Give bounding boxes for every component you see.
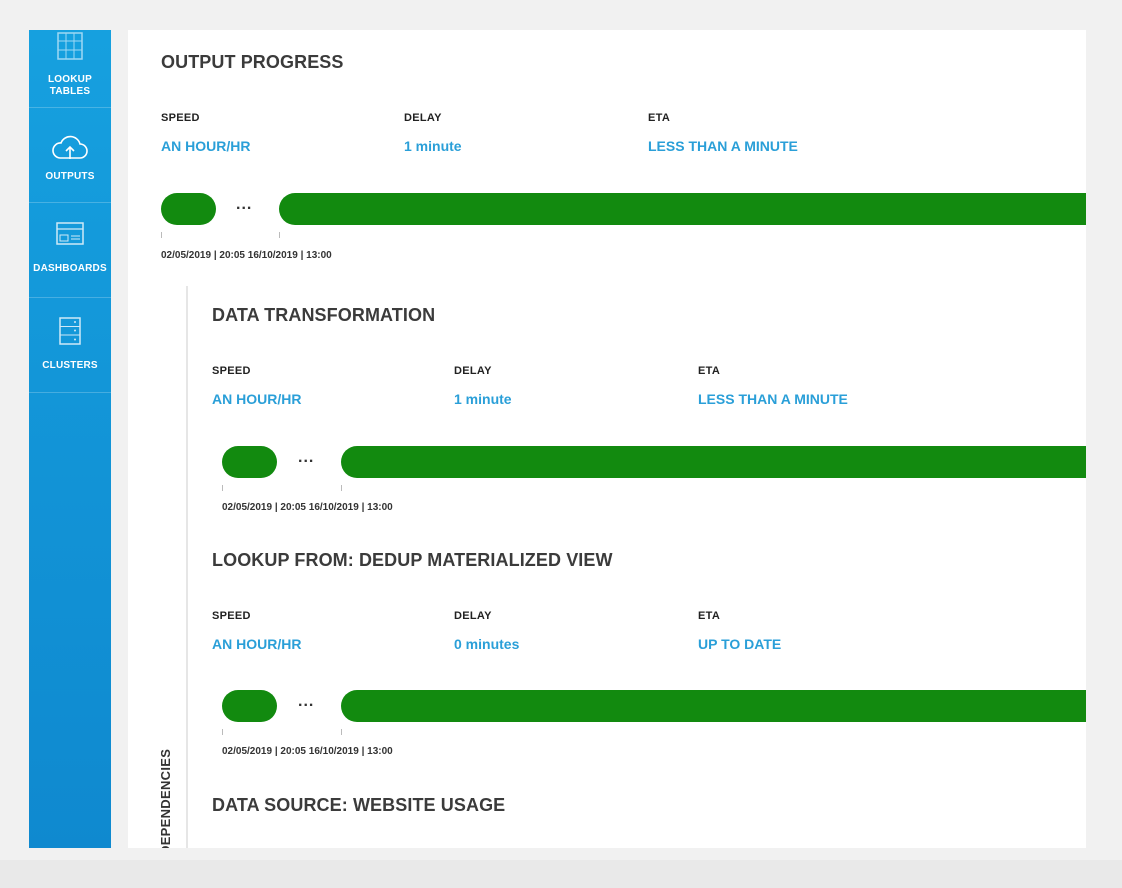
speed-value: AN HOUR/HR xyxy=(212,391,302,407)
page-title: OUTPUT PROGRESS xyxy=(161,52,344,72)
delay-value: 1 minute xyxy=(454,391,512,407)
sidebar-item-dashboards[interactable]: DASHBOARDS xyxy=(29,203,111,298)
dashboard-icon xyxy=(56,222,84,245)
dependencies-rail xyxy=(186,286,188,848)
delay-label: DELAY xyxy=(454,610,492,622)
sidebar-item-label: TABLES xyxy=(49,86,91,97)
sidebar: LOOKUP TABLES OUTPUTS DASHBOARDS CLUSTER… xyxy=(29,30,111,848)
output-progress-panel: OUTPUT PROGRESS SPEED AN HOUR/HR DELAY 1… xyxy=(128,30,1086,848)
speed-value: AN HOUR/HR xyxy=(212,636,302,652)
delay-label: DELAY xyxy=(454,365,492,377)
timeline-tick xyxy=(222,729,223,735)
server-icon xyxy=(59,317,81,345)
timeline-tick xyxy=(341,485,342,491)
dependencies-label: DEPENDENCIES xyxy=(158,748,173,848)
eta-label: ETA xyxy=(698,365,721,377)
section-title: DATA SOURCE: WEBSITE USAGE xyxy=(212,795,506,815)
sidebar-item-label: LOOKUP xyxy=(48,74,92,85)
timeline-tick xyxy=(161,232,162,238)
cloud-upload-icon xyxy=(52,135,88,159)
speed-value: AN HOUR/HR xyxy=(161,138,251,154)
sidebar-item-clusters[interactable]: CLUSTERS xyxy=(29,298,111,393)
timeline-ellipsis: ... xyxy=(298,449,315,466)
speed-label: SPEED xyxy=(212,610,251,622)
timeline-dates: 02/05/2019 | 20:05 16/10/2019 | 13:00 xyxy=(222,502,393,513)
sidebar-item-lookup-tables[interactable]: LOOKUP TABLES xyxy=(29,30,111,108)
timeline-tick xyxy=(279,232,280,238)
delay-label: DELAY xyxy=(404,112,442,124)
timeline-ellipsis: ... xyxy=(236,196,253,213)
eta-label: ETA xyxy=(648,112,671,124)
timeline-tick xyxy=(222,485,223,491)
progress-start-segment[interactable] xyxy=(222,446,277,478)
eta-label: ETA xyxy=(698,610,721,622)
progress-start-segment[interactable] xyxy=(222,690,277,722)
sidebar-item-label: DASHBOARDS xyxy=(33,263,107,274)
speed-label: SPEED xyxy=(161,112,200,124)
eta-value: LESS THAN A MINUTE xyxy=(698,391,848,407)
sidebar-item-outputs[interactable]: OUTPUTS xyxy=(29,108,111,203)
speed-label: SPEED xyxy=(212,365,251,377)
page-footer-band xyxy=(0,860,1122,888)
eta-value: LESS THAN A MINUTE xyxy=(648,138,798,154)
sidebar-item-label: OUTPUTS xyxy=(45,171,95,182)
progress-start-segment[interactable] xyxy=(161,193,216,225)
timeline-tick xyxy=(341,729,342,735)
timeline-dates: 02/05/2019 | 20:05 16/10/2019 | 13:00 xyxy=(161,250,332,261)
progress-bar[interactable] xyxy=(279,193,1086,225)
progress-bar[interactable] xyxy=(341,690,1086,722)
grid-icon xyxy=(57,32,83,60)
progress-bar[interactable] xyxy=(341,446,1086,478)
section-title: LOOKUP FROM: DEDUP MATERIALIZED VIEW xyxy=(212,550,613,570)
delay-value: 1 minute xyxy=(404,138,462,154)
eta-value: UP TO DATE xyxy=(698,636,782,652)
timeline-ellipsis: ... xyxy=(298,693,315,710)
delay-value: 0 minutes xyxy=(454,636,520,652)
section-title: DATA TRANSFORMATION xyxy=(212,305,436,325)
sidebar-item-label: CLUSTERS xyxy=(42,360,98,371)
timeline-dates: 02/05/2019 | 20:05 16/10/2019 | 13:00 xyxy=(222,746,393,757)
